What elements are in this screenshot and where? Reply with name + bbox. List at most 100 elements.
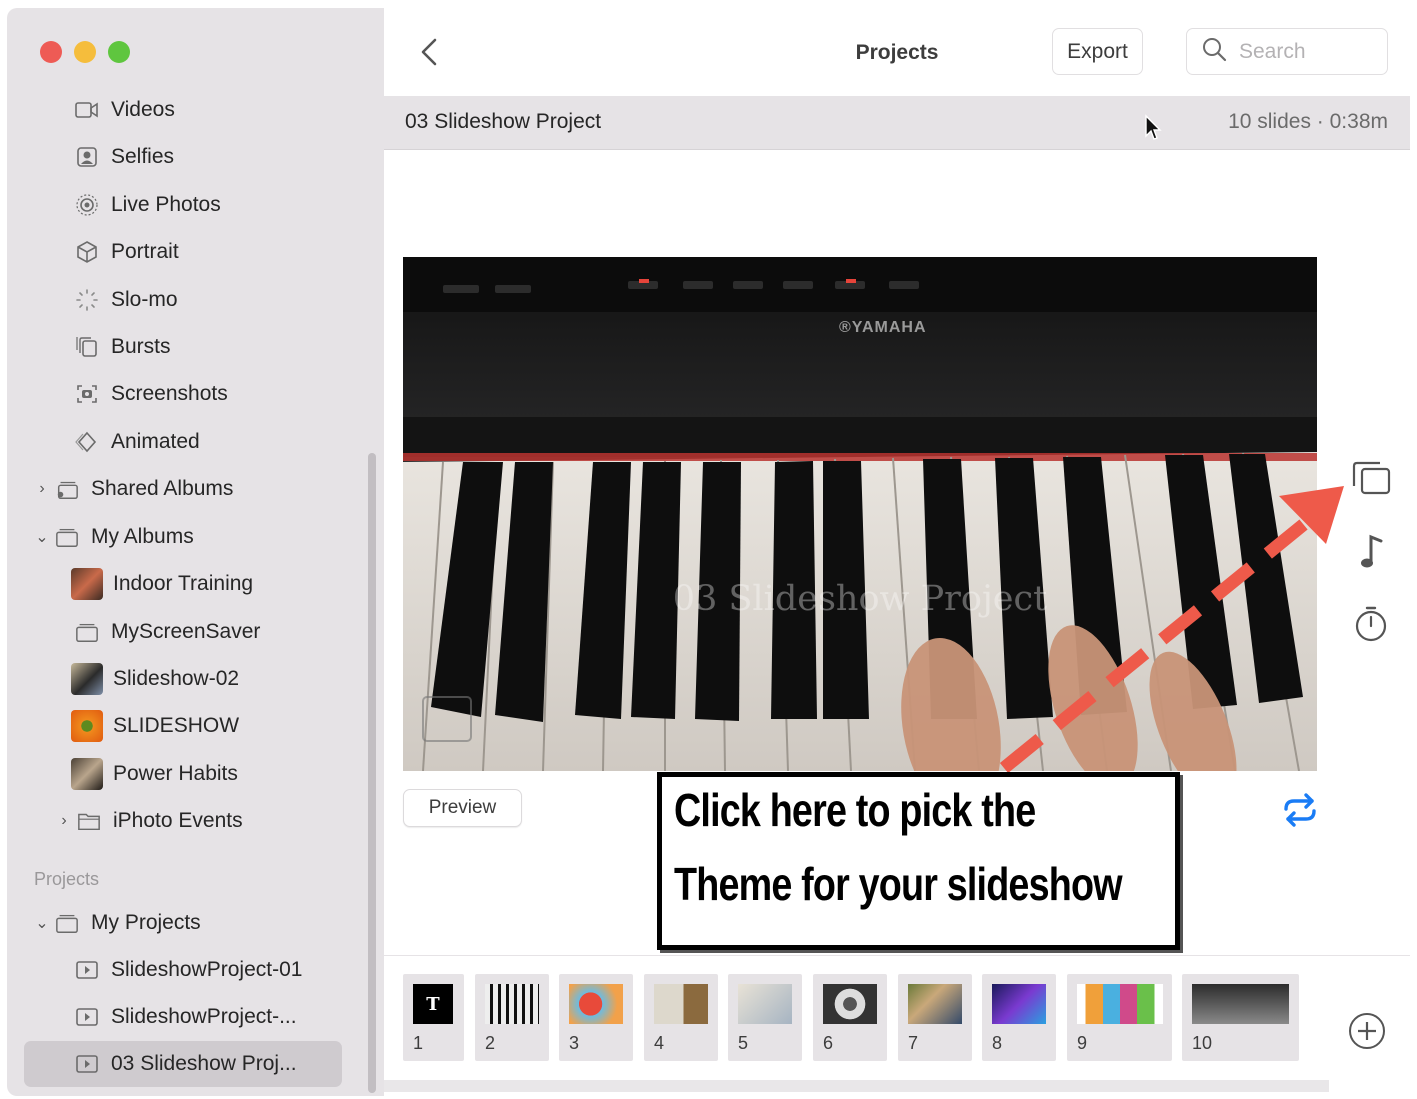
sidebar-item-label: SlideshowProject-01 bbox=[111, 958, 303, 981]
slide-preview[interactable]: ®YAMAHA 03 Slideshow Project bbox=[403, 257, 1317, 771]
music-button[interactable] bbox=[1360, 533, 1386, 574]
chevron-right-icon[interactable]: › bbox=[55, 812, 73, 830]
sidebar-item-slo-mo[interactable]: Slo-mo bbox=[75, 280, 178, 320]
themes-button[interactable] bbox=[1350, 460, 1392, 501]
preview-button[interactable]: Preview bbox=[403, 789, 522, 827]
sidebar-item-label: SLIDESHOW bbox=[113, 714, 240, 737]
shared-album-icon bbox=[55, 477, 79, 501]
sidebar-item-portrait[interactable]: Portrait bbox=[75, 232, 179, 272]
duration-button[interactable] bbox=[1354, 605, 1390, 648]
album-thumbnail bbox=[71, 710, 103, 742]
filmstrip-slide[interactable]: 5 bbox=[728, 974, 802, 1061]
sidebar-item-label: My Projects bbox=[91, 911, 201, 934]
export-button[interactable]: Export bbox=[1052, 28, 1143, 75]
filmstrip-slide[interactable]: 2 bbox=[475, 974, 549, 1061]
sidebar-item-shared-albums[interactable]: › Shared Albums bbox=[33, 469, 233, 509]
search-field[interactable] bbox=[1186, 28, 1388, 75]
album-thumbnail bbox=[71, 663, 103, 695]
slide-number: 3 bbox=[569, 1033, 580, 1053]
sidebar-item-03-slideshow-project[interactable]: 03 Slideshow Proj... bbox=[75, 1044, 297, 1084]
album-icon bbox=[55, 911, 79, 935]
main-content: Projects Export 03 Slideshow Project 10 … bbox=[384, 8, 1410, 1096]
cube-icon bbox=[75, 240, 99, 264]
chevron-down-icon[interactable]: ⌄ bbox=[33, 527, 51, 547]
slideshow-icon bbox=[75, 1005, 99, 1029]
sidebar-item-videos[interactable]: Videos bbox=[75, 90, 175, 130]
selfie-icon bbox=[75, 145, 99, 169]
slomo-icon bbox=[75, 288, 99, 312]
yamaha-logo: ®YAMAHA bbox=[839, 319, 927, 336]
slide-number: 1 bbox=[413, 1033, 424, 1053]
bursts-icon bbox=[75, 335, 99, 359]
sidebar-item-label: Power Habits bbox=[113, 762, 238, 785]
themes-icon bbox=[1352, 461, 1391, 495]
filmstrip-scrollbar[interactable] bbox=[384, 1080, 1329, 1092]
album-icon bbox=[55, 525, 79, 549]
sidebar-item-slideshow[interactable]: SLIDESHOW bbox=[71, 706, 239, 746]
slideshow-icon bbox=[75, 1052, 99, 1076]
sidebar-item-label: Slo-mo bbox=[111, 288, 178, 311]
sidebar-item-slideshowproject-01[interactable]: SlideshowProject-01 bbox=[75, 950, 302, 990]
page-title-text: Projects bbox=[855, 41, 939, 64]
sidebar-item-myscreensaver[interactable]: MyScreenSaver bbox=[75, 612, 260, 652]
slide-title-watermark: 03 Slideshow Project bbox=[672, 579, 1048, 619]
loop-icon[interactable] bbox=[1280, 792, 1320, 833]
slide-thumbnail bbox=[738, 984, 792, 1024]
folder-icon bbox=[77, 809, 101, 833]
slide-number: 10 bbox=[1192, 1033, 1213, 1053]
sidebar-item-slideshowproject-02[interactable]: SlideshowProject-... bbox=[75, 997, 297, 1037]
mouse-cursor-icon bbox=[1144, 114, 1162, 147]
filmstrip-slide[interactable]: T 1 bbox=[403, 974, 464, 1061]
sidebar-item-label: Screenshots bbox=[111, 382, 228, 405]
annotation-callout: Click here to pick the Theme for your sl… bbox=[657, 772, 1180, 950]
filmstrip-slide[interactable]: 7 bbox=[898, 974, 972, 1061]
sidebar-item-bursts[interactable]: Bursts bbox=[75, 327, 171, 367]
sidebar-item-my-projects[interactable]: ⌄ My Projects bbox=[33, 903, 201, 943]
slide-filmstrip: T 1 2 3 4 5 6 7 8 9 10 bbox=[384, 955, 1410, 1096]
sidebar-item-label: My Albums bbox=[91, 525, 194, 548]
zoom-window-button[interactable] bbox=[108, 41, 130, 63]
slide-number: 4 bbox=[654, 1033, 665, 1053]
sidebar-scrollbar[interactable] bbox=[368, 453, 376, 1093]
filmstrip-slide[interactable]: 10 bbox=[1182, 974, 1299, 1061]
sidebar-item-power-habits[interactable]: Power Habits bbox=[71, 754, 238, 794]
add-slide-button[interactable] bbox=[1347, 1011, 1387, 1056]
sidebar-item-my-albums[interactable]: ⌄ My Albums bbox=[33, 517, 194, 557]
slide-thumbnail bbox=[569, 984, 623, 1024]
chevron-right-icon[interactable]: › bbox=[33, 480, 51, 498]
sidebar-item-indoor-training[interactable]: Indoor Training bbox=[71, 564, 253, 604]
sidebar-item-iphoto-events[interactable]: › iPhoto Events bbox=[55, 801, 243, 841]
minimize-window-button[interactable] bbox=[74, 41, 96, 63]
sidebar-item-live-photos[interactable]: Live Photos bbox=[75, 185, 221, 225]
sidebar-item-screenshots[interactable]: Screenshots bbox=[75, 374, 228, 414]
projects-section-header: Projects bbox=[34, 869, 100, 889]
plus-circle-icon bbox=[1349, 1013, 1385, 1049]
filmstrip-slide[interactable]: 8 bbox=[982, 974, 1056, 1061]
slide-thumbnail: T bbox=[413, 984, 453, 1024]
slide-number: 6 bbox=[823, 1033, 834, 1053]
chevron-down-icon[interactable]: ⌄ bbox=[33, 913, 51, 933]
sidebar-item-label: Indoor Training bbox=[113, 572, 254, 595]
slide-number: 7 bbox=[908, 1033, 919, 1053]
sidebar-item-label: Live Photos bbox=[111, 193, 221, 216]
sidebar-item-slideshow-02[interactable]: Slideshow-02 bbox=[71, 659, 239, 699]
sidebar-item-animated[interactable]: Animated bbox=[75, 422, 200, 462]
slideshow-icon bbox=[75, 958, 99, 982]
filmstrip-slide[interactable]: 3 bbox=[559, 974, 633, 1061]
callout-line-1: Click here to pick the bbox=[674, 784, 1036, 836]
sidebar-item-label: iPhoto Events bbox=[113, 809, 243, 832]
slide-thumbnail bbox=[485, 984, 539, 1024]
search-input[interactable] bbox=[1237, 38, 1361, 65]
close-window-button[interactable] bbox=[40, 41, 62, 63]
screenshot-icon bbox=[75, 382, 99, 406]
sidebar-item-selfies[interactable]: Selfies bbox=[75, 137, 174, 177]
project-header: 03 Slideshow Project 10 slides · 0:38m bbox=[384, 96, 1410, 150]
filmstrip-slide[interactable]: 6 bbox=[813, 974, 887, 1061]
filmstrip-slide[interactable]: 4 bbox=[644, 974, 718, 1061]
filmstrip-slide[interactable]: 9 bbox=[1067, 974, 1172, 1061]
live-photo-icon bbox=[75, 193, 99, 217]
project-info: 10 slides · 0:38m bbox=[1228, 110, 1388, 133]
album-thumbnail bbox=[71, 758, 103, 790]
sidebar: Videos Selfies Live Photos Portrait Slo-… bbox=[7, 8, 385, 1096]
sidebar-item-label: SlideshowProject-... bbox=[111, 1005, 297, 1028]
